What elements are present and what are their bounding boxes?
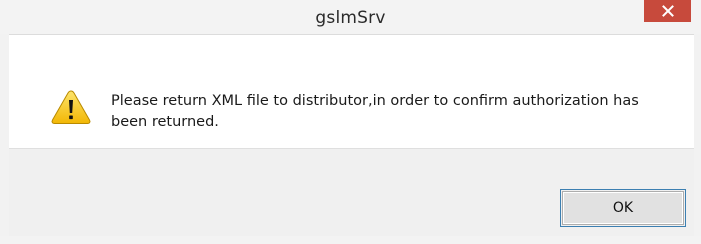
ok-button[interactable]: OK <box>562 191 684 225</box>
close-icon <box>661 5 674 17</box>
dialog-content: Please return XML file to distributor,in… <box>9 34 694 148</box>
title-bar[interactable]: gslmSrv <box>0 0 701 34</box>
dialog-message: Please return XML file to distributor,in… <box>111 93 639 130</box>
window-title: gslmSrv <box>315 8 386 28</box>
window-bottom-border <box>0 236 701 244</box>
button-bar: OK <box>9 148 694 236</box>
warning-icon <box>51 90 91 124</box>
close-button[interactable] <box>644 0 691 22</box>
message-dialog: gslmSrv Please return XML file to distri… <box>0 0 701 244</box>
